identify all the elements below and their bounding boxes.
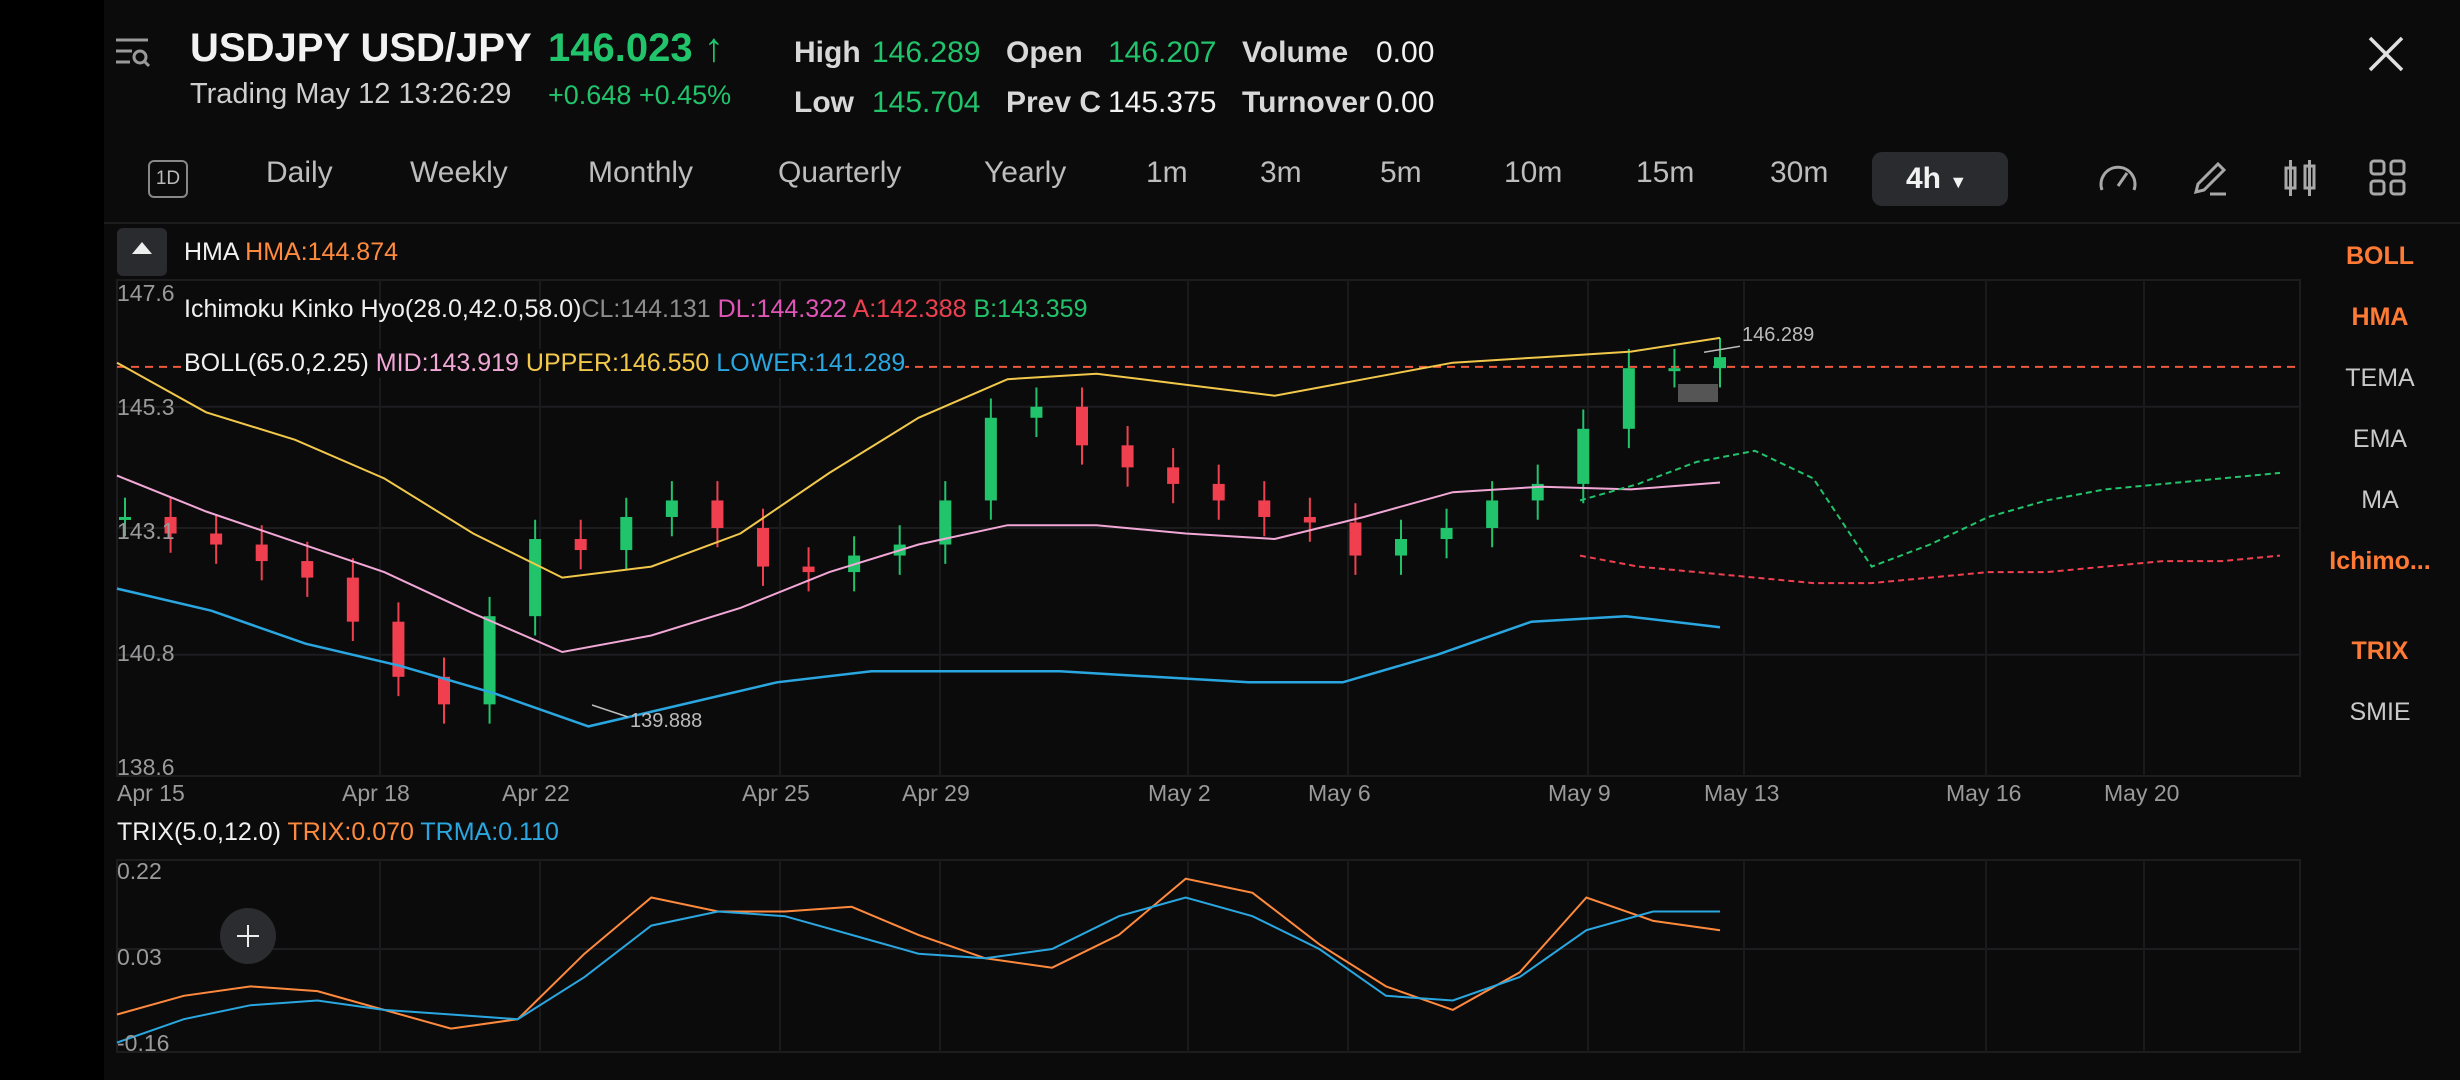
- boll-upper: UPPER:146.550: [525, 349, 710, 377]
- candle-body: [574, 539, 587, 551]
- candle-body: [529, 539, 542, 617]
- candle-body: [802, 566, 815, 573]
- ichimoku-legend: Ichimoku Kinko Hyo(28.0,42.0,58.0)CL:144…: [184, 295, 1087, 324]
- low-mark-line: [591, 704, 629, 718]
- x-tick-label: May 20: [2104, 780, 2180, 806]
- boll-mid-line: [116, 474, 1721, 654]
- candle-body: [711, 500, 724, 528]
- boll-mid: MID:143.919: [375, 349, 519, 377]
- x-tick-label: Apr 18: [342, 780, 410, 806]
- y-tick-label: 138.6: [117, 754, 175, 780]
- y-tick-label: 140.8: [117, 640, 175, 666]
- trma-line: [116, 896, 1720, 1044]
- boll-name: BOLL(65.0,2.25): [184, 349, 369, 377]
- candle-body: [757, 528, 769, 567]
- x-tick-label: May 9: [1548, 780, 1611, 806]
- x-tick-label: May 2: [1148, 780, 1211, 806]
- y-tick-label: 143.1: [117, 518, 175, 544]
- hma-name: HMA: [184, 238, 239, 266]
- hma-value: HMA:144.874: [245, 238, 399, 266]
- hma-legend: HMA HMA:144.874: [184, 238, 398, 267]
- candle-body: [1212, 483, 1225, 501]
- x-tick-label: May 13: [1704, 780, 1780, 806]
- high-mark-line: [1703, 345, 1741, 353]
- chart-canvas[interactable]: [0, 0, 2460, 1080]
- plus-icon-v: [247, 925, 249, 947]
- trix-value: TRIX:0.070: [287, 818, 414, 846]
- boll-legend: BOLL(65.0,2.25) MID:143.919 UPPER:146.55…: [184, 349, 906, 378]
- ichimoku-span-b: [1579, 554, 2281, 585]
- x-tick-label: Apr 22: [502, 780, 570, 806]
- collapse-legend-button[interactable]: [117, 228, 167, 276]
- candle-body: [1577, 428, 1590, 484]
- candle-body: [346, 577, 359, 622]
- candle-body: [255, 544, 268, 562]
- candle-body: [1076, 406, 1088, 446]
- candle-body: [1622, 368, 1635, 429]
- high-mark-label: 146.289: [1742, 324, 1815, 346]
- candle-body: [301, 561, 314, 578]
- candle-body: [1303, 516, 1316, 523]
- ichimoku-name: Ichimoku Kinko Hyo(28.0,42.0,58.0): [184, 295, 582, 323]
- candle-body: [1030, 406, 1043, 418]
- candle-body: [1395, 539, 1407, 556]
- trix-legend: TRIX(5.0,12.0) TRIX:0.070 TRMA:0.110: [117, 818, 559, 847]
- ichimoku-span-a: [1579, 449, 2281, 568]
- y-tick-label: 147.6: [117, 280, 175, 306]
- x-tick-label: May 16: [1946, 780, 2022, 806]
- sub-y-tick-label: 0.22: [117, 858, 162, 884]
- candle-body: [1167, 467, 1180, 484]
- x-tick-label: Apr 25: [742, 780, 810, 806]
- ichimoku-dl: DL:144.322: [717, 295, 847, 323]
- sub-plot-frame: [116, 859, 2301, 1053]
- x-tick-label: Apr 15: [117, 780, 185, 806]
- candle-body: [620, 516, 633, 551]
- ichimoku-cl: CL:144.131: [581, 295, 711, 323]
- sub-y-tick-label: -0.16: [117, 1030, 170, 1056]
- candle-body: [210, 533, 223, 545]
- candle-body: [1258, 500, 1271, 517]
- caret-up-icon: [132, 242, 152, 254]
- add-indicator-button[interactable]: [220, 908, 276, 964]
- boll-lower: LOWER:141.289: [716, 349, 906, 377]
- candle-body: [1349, 522, 1362, 556]
- candle-body: [392, 621, 405, 677]
- candle-body: [1440, 528, 1453, 540]
- x-tick-label: Apr 29: [902, 780, 970, 806]
- candle-body: [665, 500, 678, 517]
- candle-body: [1121, 445, 1134, 468]
- cursor-price-tag: [1678, 384, 1718, 402]
- trma-value: TRMA:0.110: [420, 818, 559, 846]
- sub-y-tick-label: 0.03: [117, 944, 162, 970]
- candle-body: [984, 417, 997, 501]
- low-mark-label: 139.888: [630, 710, 703, 732]
- y-tick-label: 145.3: [117, 394, 175, 420]
- x-tick-label: May 6: [1308, 780, 1371, 806]
- trix-name: TRIX(5.0,12.0): [117, 818, 281, 846]
- candle-body: [1714, 357, 1726, 369]
- ichimoku-b: B:143.359: [973, 295, 1088, 323]
- candle-body: [1486, 500, 1499, 528]
- ichimoku-a: A:142.388: [852, 295, 967, 323]
- candle-body: [1668, 368, 1681, 372]
